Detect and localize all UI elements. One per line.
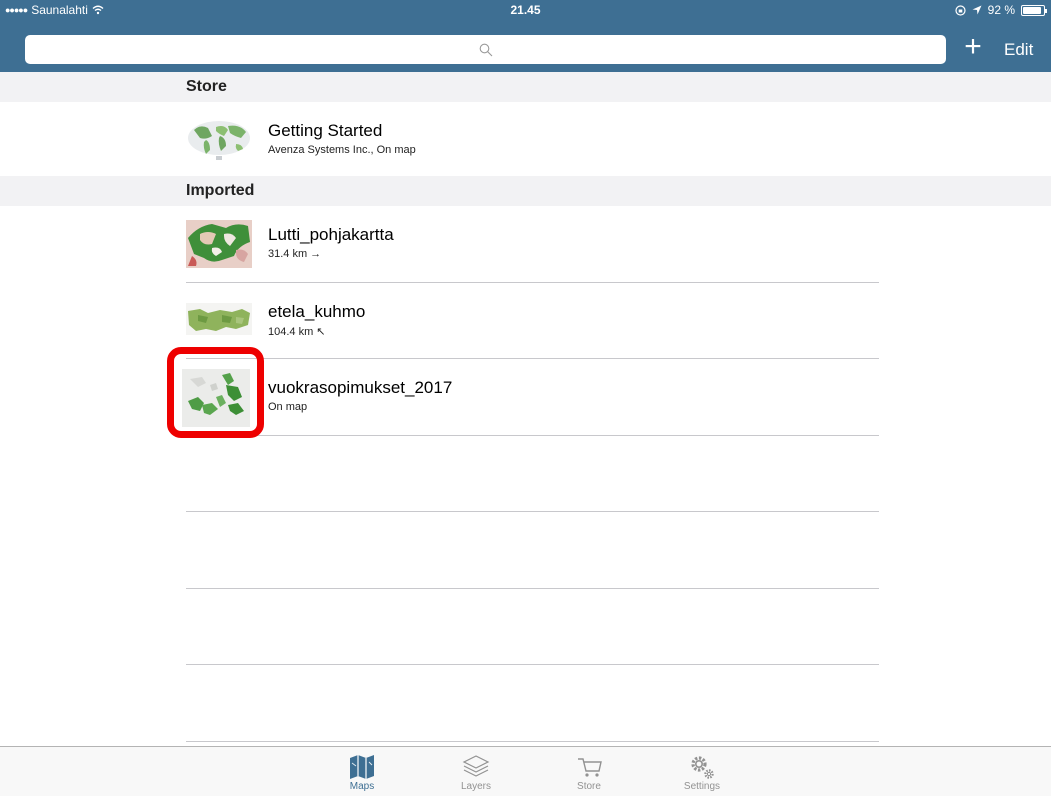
- map-title: vuokrasopimukset_2017: [268, 378, 453, 397]
- navigation-bar: ●●●●● Saunalahti 21.45 92 % + Edit: [0, 0, 1051, 72]
- cart-icon: [578, 758, 602, 777]
- row-separator: [186, 435, 879, 436]
- tab-maps[interactable]: Maps: [322, 747, 402, 797]
- tab-label: Store: [577, 781, 601, 792]
- section-header-imported: Imported: [0, 176, 1051, 206]
- location-icon: [972, 5, 982, 15]
- status-right: 92 %: [955, 3, 1047, 17]
- map-icon: [350, 755, 374, 779]
- clock: 21.45: [510, 3, 541, 17]
- tab-label: Settings: [683, 781, 721, 792]
- map-title: etela_kuhmo: [268, 302, 366, 321]
- search-input[interactable]: [25, 35, 946, 64]
- map-thumbnail-world: [188, 121, 250, 160]
- battery-icon: [1021, 4, 1047, 16]
- add-button[interactable]: +: [961, 32, 985, 64]
- map-title: Getting Started: [268, 121, 383, 140]
- tab-label: Layers: [460, 781, 491, 792]
- row-separator: [186, 588, 879, 589]
- map-row-etela-kuhmo[interactable]: etela_kuhmo 104.4 km ↖: [186, 283, 879, 360]
- tab-store[interactable]: Store: [549, 747, 629, 797]
- map-subtitle: On map: [268, 401, 308, 413]
- row-separator: [186, 511, 879, 512]
- tab-bar: Maps Layers Store Settings: [0, 746, 1051, 796]
- map-subtitle: Avenza Systems Inc., On map: [268, 144, 416, 156]
- battery-percent: 92 %: [987, 3, 1015, 17]
- map-subtitle: 104.4 km ↖: [268, 326, 326, 338]
- section-title: Store: [186, 78, 227, 95]
- edit-button[interactable]: Edit: [1004, 40, 1033, 60]
- tab-label: Maps: [349, 781, 375, 792]
- gear-icon: [691, 756, 714, 779]
- rotation-lock-icon: [955, 4, 966, 16]
- row-separator: [186, 664, 879, 665]
- search-icon: [479, 43, 492, 56]
- tab-settings[interactable]: Settings: [662, 747, 742, 797]
- layers-icon: [462, 755, 490, 777]
- section-title: Imported: [186, 182, 255, 199]
- map-thumbnail-etela-kuhmo: [186, 303, 252, 335]
- highlight-annotation: [167, 347, 264, 438]
- map-row-vuokrasopimukset-2017[interactable]: vuokrasopimukset_2017 On map: [182, 359, 879, 436]
- map-row-getting-started[interactable]: Getting Started Avenza Systems Inc., On …: [186, 102, 879, 179]
- row-separator: [186, 741, 879, 742]
- map-thumbnail-lutti: [186, 220, 252, 268]
- status-bar: ●●●●● Saunalahti 21.45 92 %: [0, 0, 1051, 20]
- tab-layers[interactable]: Layers: [436, 747, 516, 797]
- map-subtitle: 31.4 km →: [268, 248, 322, 260]
- section-header-store: Store: [0, 72, 1051, 102]
- map-row-lutti-pohjakartta[interactable]: Lutti_pohjakartta 31.4 km →: [186, 206, 879, 283]
- map-title: Lutti_pohjakartta: [268, 225, 394, 244]
